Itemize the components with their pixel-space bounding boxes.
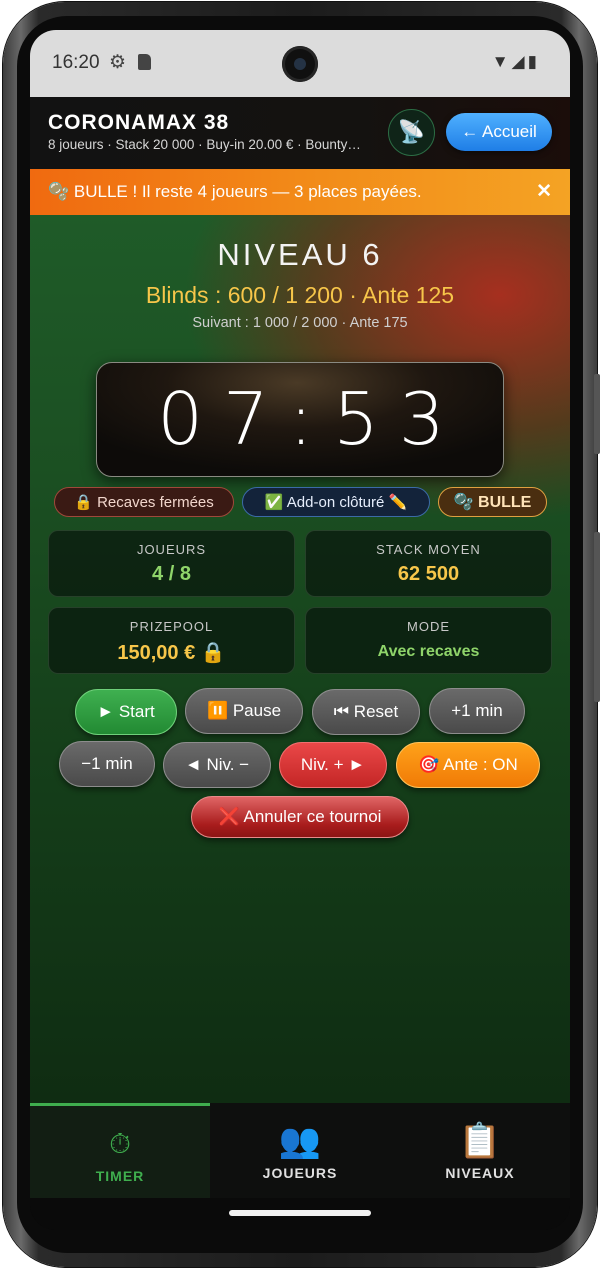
- players-value: 4 / 8: [152, 563, 191, 585]
- tournament-subtitle: 8 joueurs · Stack 20 000 · Buy-in 20.00 …: [48, 137, 361, 152]
- average-stack-value: 62 500: [397, 563, 460, 585]
- mode-card: MODE Avec recaves: [305, 607, 552, 674]
- next-level-button[interactable]: Niv. + ►: [279, 742, 387, 788]
- players-label: JOUEURS: [136, 542, 207, 557]
- status-time: 16:20: [52, 52, 100, 73]
- start-button[interactable]: ► Start: [75, 689, 177, 735]
- prizepool-value: 150,00 € 🔒: [117, 642, 226, 664]
- home-button[interactable]: ← Accueil: [446, 113, 552, 151]
- blinds-text: Blinds : 600 / 1 200 · Ante 125: [145, 282, 455, 308]
- prizepool-card: PRIZEPOOL 150,00 € 🔒: [48, 607, 295, 674]
- tab-players-label: JOUEURS: [262, 1165, 338, 1181]
- tab-timer-label: TIMER: [95, 1168, 145, 1184]
- power-button: [594, 532, 600, 702]
- volume-button: [594, 374, 600, 454]
- home-indicator[interactable]: [229, 1210, 371, 1216]
- add-minute-button[interactable]: +1 min: [429, 688, 525, 734]
- bubble-banner-text: 🫧 BULLE ! Il reste 4 joueurs — 3 places …: [48, 182, 422, 201]
- cancel-tournament-button[interactable]: ❌ Annuler ce tournoi: [191, 796, 409, 838]
- mode-value: Avec recaves: [377, 643, 480, 660]
- timer-panel: NIVEAU 6 Blinds : 600 / 1 200 · Ante 125…: [30, 215, 570, 1103]
- pause-button[interactable]: ⏸️ Pause: [185, 688, 303, 734]
- countdown-value: 07:53: [157, 377, 465, 461]
- tab-levels[interactable]: 📋 NIVEAUX: [390, 1103, 570, 1198]
- players-icon: 👥: [278, 1122, 322, 1160]
- next-level-text: Suivant : 1 000 / 2 000 · Ante 175: [192, 315, 408, 331]
- tab-players[interactable]: 👥 JOUEURS: [210, 1103, 390, 1198]
- previous-level-button[interactable]: ◄ Niv. −: [163, 742, 271, 788]
- status-bar: 16:20 ⚙ ▼◢▮: [30, 30, 570, 97]
- bubble-chip: 🫧 BULLE: [438, 487, 547, 517]
- prizepool-label: PRIZEPOOL: [129, 619, 214, 634]
- countdown-display: 07:53: [96, 362, 504, 477]
- broadcast-button[interactable]: 📡: [388, 109, 435, 156]
- players-card: JOUEURS 4 / 8: [48, 530, 295, 597]
- screen: 16:20 ⚙ ▼◢▮ CORONAMAX 38 8 joueurs · Sta…: [30, 30, 570, 1230]
- reset-button[interactable]: ⏮ Reset: [312, 689, 420, 735]
- bottom-navigation: ⏱ TIMER 👥 JOUEURS 📋 NIVEAUX: [30, 1103, 570, 1198]
- tournament-title: CORONAMAX 38: [48, 111, 230, 134]
- bubble-banner: 🫧 BULLE ! Il reste 4 joueurs — 3 places …: [30, 169, 570, 215]
- ante-toggle-button[interactable]: 🎯 Ante : ON: [396, 742, 540, 788]
- tab-timer[interactable]: ⏱ TIMER: [30, 1103, 210, 1198]
- sim-card-icon: [138, 54, 151, 70]
- average-stack-card: STACK MOYEN 62 500: [305, 530, 552, 597]
- app-header: CORONAMAX 38 8 joueurs · Stack 20 000 · …: [30, 97, 570, 169]
- signal-battery-icons: ▼◢▮: [491, 52, 540, 71]
- stopwatch-icon: ⏱: [109, 1128, 131, 1159]
- rebuy-status-chip: 🔒 Recaves fermées: [54, 487, 234, 517]
- tab-levels-label: NIVEAUX: [445, 1165, 515, 1181]
- front-camera: [282, 46, 318, 82]
- addon-status-chip[interactable]: ✅ Add-on clôturé ✏️: [242, 487, 430, 517]
- settings-gear-icon: ⚙: [109, 52, 127, 73]
- average-stack-label: STACK MOYEN: [376, 542, 481, 557]
- level-title: NIVEAU 6: [217, 237, 383, 272]
- gesture-area: [30, 1198, 570, 1230]
- clipboard-icon: 📋: [458, 1122, 502, 1160]
- subtract-minute-button[interactable]: −1 min: [59, 741, 155, 787]
- close-icon[interactable]: ✕: [536, 180, 552, 203]
- mode-label: MODE: [407, 619, 450, 634]
- satellite-icon: 📡: [397, 120, 426, 145]
